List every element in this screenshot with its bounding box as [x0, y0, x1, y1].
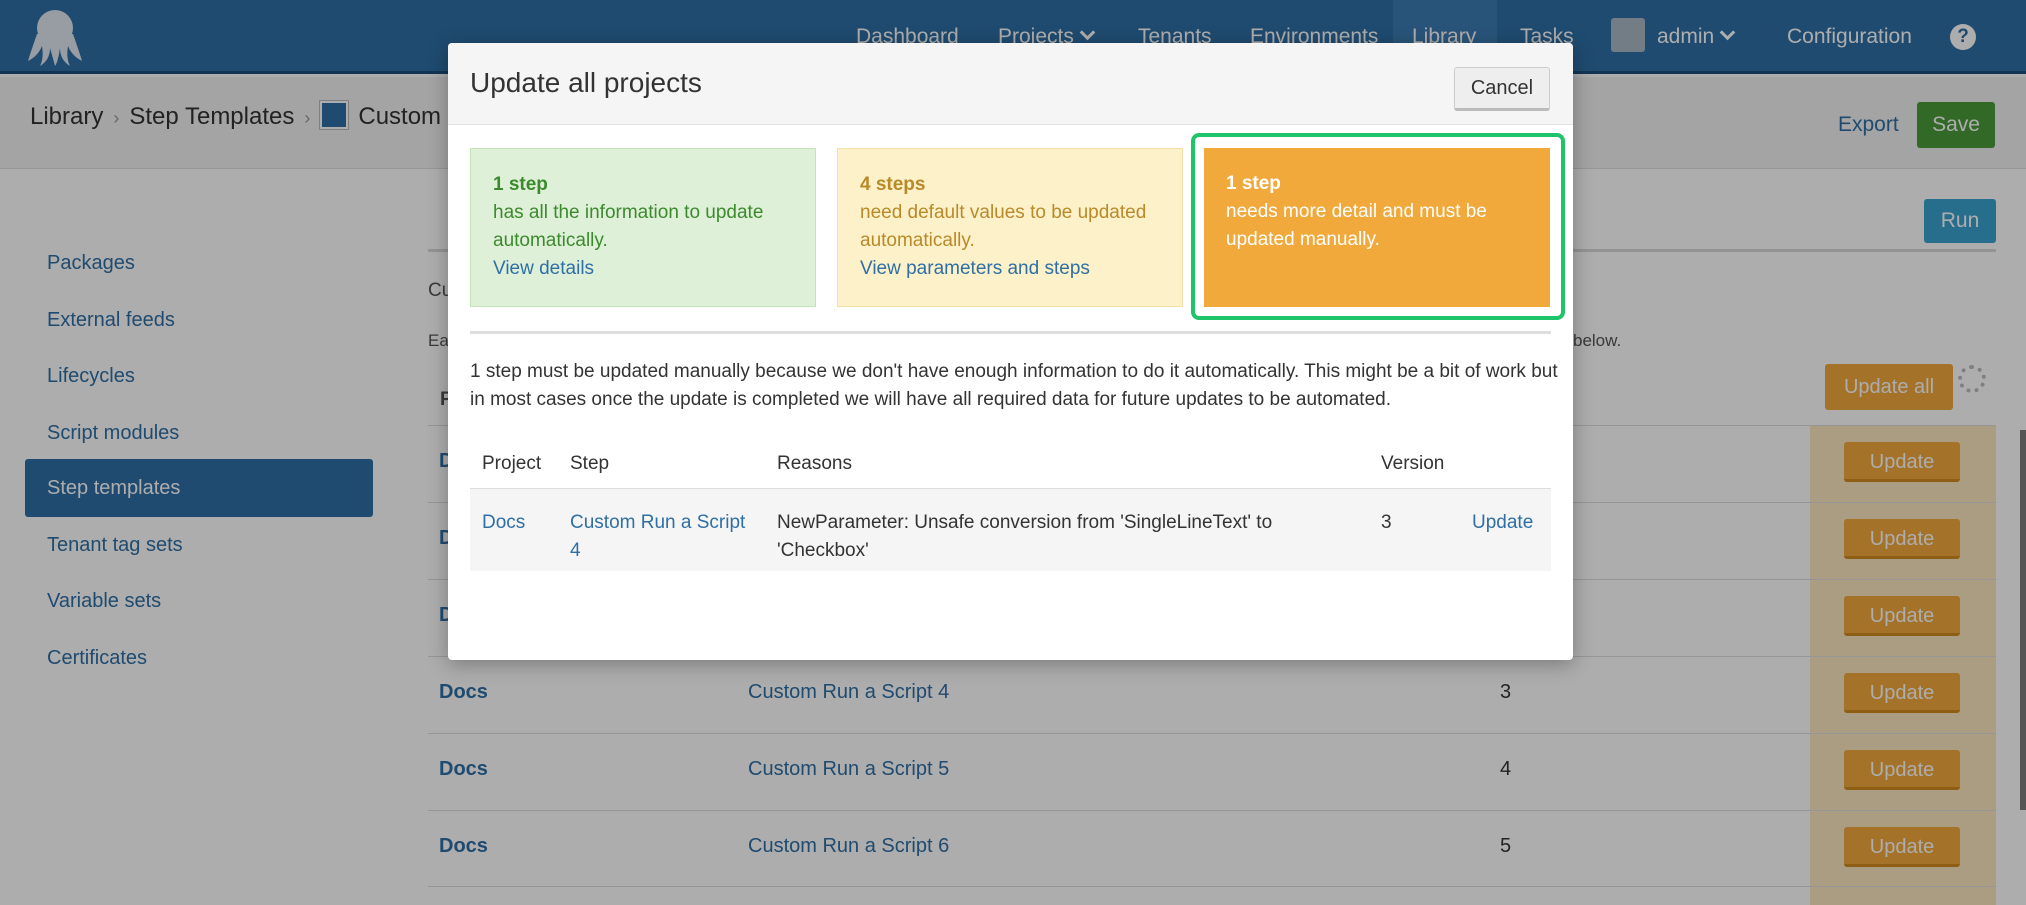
view-details-link[interactable]: View details — [493, 255, 793, 283]
card-text: need default values to be updated automa… — [860, 202, 1147, 251]
table-row: Docs Custom Run a Script 4 NewParameter:… — [470, 488, 1551, 571]
column-header-step: Step — [570, 453, 610, 474]
row-step-link[interactable]: Custom Run a Script 4 — [570, 509, 760, 565]
selected-card-highlight — [1191, 133, 1565, 320]
update-all-projects-dialog: Update all projects Cancel 1 step has al… — [448, 43, 1573, 660]
row-update-link[interactable]: Update — [1472, 509, 1533, 537]
manual-update-description: 1 step must be updated manually because … — [470, 361, 1558, 410]
dialog-header: Update all projects Cancel — [448, 43, 1573, 125]
card-text: has all the information to update automa… — [493, 202, 764, 251]
card-count: 4 steps — [860, 174, 926, 195]
row-reason: NewParameter: Unsafe conversion from 'Si… — [777, 512, 1273, 561]
scrollbar[interactable] — [2020, 430, 2026, 810]
dialog-title: Update all projects — [470, 67, 702, 98]
view-parameters-link[interactable]: View parameters and steps — [860, 255, 1160, 283]
column-header-reasons: Reasons — [777, 453, 852, 474]
auto-update-summary-card: 1 step has all the information to update… — [470, 148, 816, 307]
row-project-link[interactable]: Docs — [482, 509, 525, 537]
row-version: 3 — [1381, 512, 1392, 533]
column-header-version: Version — [1381, 453, 1445, 474]
card-count: 1 step — [493, 174, 548, 195]
cancel-button[interactable]: Cancel — [1454, 67, 1550, 111]
divider — [470, 331, 1551, 334]
default-values-summary-card: 4 steps need default values to be update… — [837, 148, 1183, 307]
column-header-project: Project — [482, 453, 542, 474]
